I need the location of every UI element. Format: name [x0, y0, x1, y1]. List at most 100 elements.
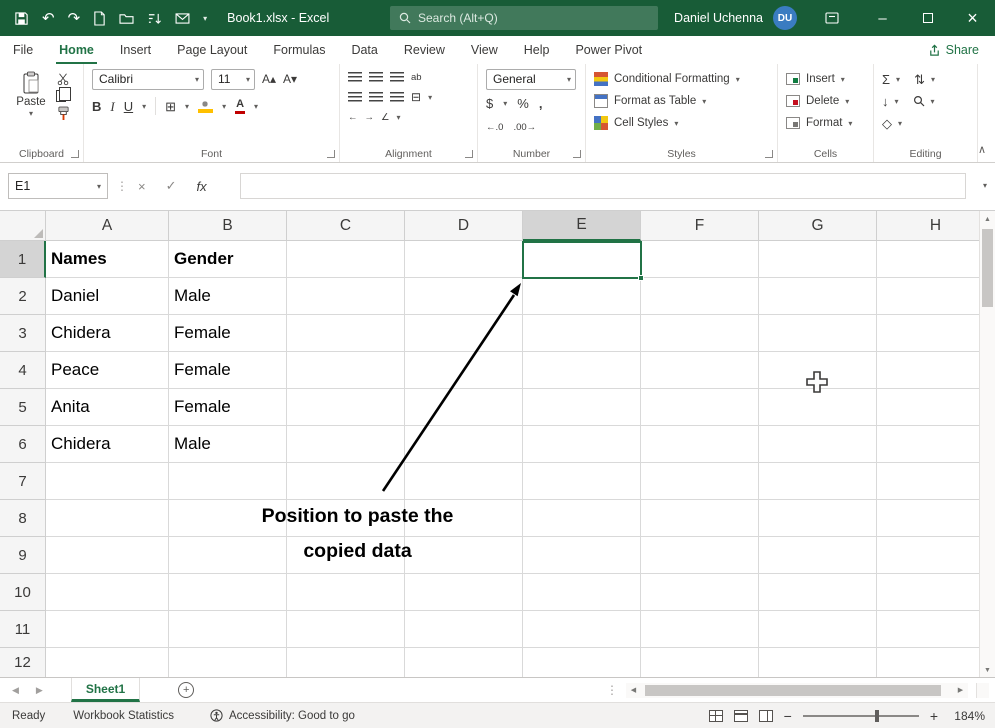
fill-color-caret-icon[interactable]: ▾	[222, 102, 226, 111]
minimize-button[interactable]: –	[860, 0, 905, 36]
increase-decimal-icon[interactable]: ←.0	[486, 122, 503, 133]
zoom-in-icon[interactable]: +	[930, 708, 938, 724]
cell-B5[interactable]: Female	[169, 389, 287, 426]
percent-icon[interactable]: %	[517, 97, 529, 110]
orientation-icon[interactable]: ∠	[381, 112, 390, 123]
delete-cells-button[interactable]: Delete ▾	[786, 90, 867, 112]
orientation-caret-icon[interactable]: ▾	[397, 113, 401, 122]
cell-A6[interactable]: Chidera	[46, 426, 169, 463]
cell-B6[interactable]: Male	[169, 426, 287, 463]
scroll-down-icon[interactable]: ▼	[980, 662, 995, 678]
bold-button[interactable]: B	[92, 100, 101, 113]
close-button[interactable]: ×	[950, 0, 995, 36]
select-all-button[interactable]	[0, 211, 46, 241]
scroll-left-icon[interactable]: ◀	[626, 683, 641, 698]
avatar[interactable]: DU	[773, 6, 797, 30]
row-header-2[interactable]: 2	[0, 278, 46, 315]
conditional-formatting-button[interactable]: Conditional Formatting ▾	[594, 68, 771, 90]
column-header-h[interactable]: H	[877, 211, 995, 241]
vertical-scrollbar[interactable]: ▲ ▼	[979, 211, 995, 678]
align-top-icon[interactable]	[348, 72, 362, 82]
column-header-d[interactable]: D	[405, 211, 523, 241]
font-size-combo[interactable]: 11▾	[211, 69, 255, 90]
row-header-10[interactable]: 10	[0, 574, 46, 611]
customize-qat-icon[interactable]: ▾	[203, 14, 207, 23]
insert-cells-button[interactable]: Insert ▾	[786, 68, 867, 90]
undo-icon[interactable]: ↶	[42, 11, 55, 26]
fill-caret-icon[interactable]: ▾	[895, 97, 899, 106]
format-painter-icon[interactable]	[56, 106, 70, 121]
clear-icon[interactable]: ◇	[882, 117, 892, 130]
tab-view[interactable]: View	[458, 36, 511, 64]
row-header-11[interactable]: 11	[0, 611, 46, 648]
column-header-e[interactable]: E	[523, 211, 641, 241]
cut-icon[interactable]	[56, 72, 70, 86]
new-sheet-button[interactable]: +	[178, 682, 194, 698]
row-header-8[interactable]: 8	[0, 500, 46, 537]
align-left-icon[interactable]	[348, 92, 362, 102]
row-header-9[interactable]: 9	[0, 537, 46, 574]
tab-page-layout[interactable]: Page Layout	[164, 36, 260, 64]
accessibility-status[interactable]: Accessibility: Good to go	[210, 709, 355, 722]
sort-filter-caret-icon[interactable]: ▾	[931, 75, 935, 84]
column-header-c[interactable]: C	[287, 211, 405, 241]
cell-A4[interactable]: Peace	[46, 352, 169, 389]
enter-check-icon[interactable]: ✓	[166, 178, 177, 194]
cancel-icon[interactable]: ×	[138, 179, 146, 194]
row-header-5[interactable]: 5	[0, 389, 46, 426]
zoom-level[interactable]: 184%	[949, 709, 985, 723]
font-color-caret-icon[interactable]: ▾	[254, 102, 258, 111]
align-right-icon[interactable]	[390, 92, 404, 102]
align-bottom-icon[interactable]	[390, 72, 404, 82]
tab-power-pivot[interactable]: Power Pivot	[562, 36, 655, 64]
cell-A3[interactable]: Chidera	[46, 315, 169, 352]
clear-caret-icon[interactable]: ▾	[898, 119, 902, 128]
row-header-6[interactable]: 6	[0, 426, 46, 463]
currency-icon[interactable]: $	[486, 97, 493, 110]
vertical-scrollbar-thumb[interactable]	[982, 229, 993, 307]
save-icon[interactable]	[14, 11, 29, 26]
sort-filter-icon[interactable]: ⇅	[914, 73, 925, 86]
sheet-tab-sheet1[interactable]: Sheet1	[71, 678, 140, 702]
wrap-text-icon[interactable]: ab	[411, 72, 422, 83]
cell-B2[interactable]: Male	[169, 278, 287, 315]
merge-caret-icon[interactable]: ▾	[428, 93, 432, 102]
cell-B4[interactable]: Female	[169, 352, 287, 389]
share-button[interactable]: Share	[912, 36, 995, 64]
email-icon[interactable]	[175, 13, 190, 24]
cell-B3[interactable]: Female	[169, 315, 287, 352]
zoom-slider-thumb[interactable]	[875, 710, 879, 722]
formula-input[interactable]	[240, 173, 966, 199]
insert-function-icon[interactable]: fx	[197, 179, 207, 194]
cell-A2[interactable]: Daniel	[46, 278, 169, 315]
row-header-1[interactable]: 1	[0, 241, 46, 278]
sort-ascending-icon[interactable]	[147, 12, 162, 25]
tab-insert[interactable]: Insert	[107, 36, 164, 64]
decrease-decimal-icon[interactable]: .00→	[513, 122, 536, 133]
format-cells-button[interactable]: Format ▾	[786, 112, 867, 134]
horizontal-scrollbar-thumb[interactable]	[645, 685, 941, 696]
redo-icon[interactable]: ↷	[68, 11, 81, 26]
alignment-dialog-launcher-icon[interactable]	[465, 150, 473, 158]
underline-button[interactable]: U	[124, 100, 133, 113]
fill-color-icon[interactable]	[198, 100, 213, 113]
copy-icon[interactable]	[56, 90, 66, 102]
underline-caret-icon[interactable]: ▾	[142, 102, 146, 111]
sheet-nav-right-icon[interactable]: ▶	[36, 685, 43, 696]
column-header-a[interactable]: A	[46, 211, 169, 241]
currency-caret-icon[interactable]: ▾	[503, 99, 507, 108]
decrease-indent-icon[interactable]: ←	[348, 112, 358, 123]
scroll-right-icon[interactable]: ▶	[953, 683, 968, 698]
font-dialog-launcher-icon[interactable]	[327, 150, 335, 158]
maximize-button[interactable]	[905, 0, 950, 36]
borders-icon[interactable]: ⊞	[165, 100, 176, 113]
borders-caret-icon[interactable]: ▾	[185, 102, 189, 111]
cells-canvas[interactable]: Names Gender Daniel Male Chidera Female …	[46, 241, 995, 678]
page-break-view-button[interactable]	[759, 710, 773, 722]
align-center-icon[interactable]	[369, 92, 383, 102]
open-folder-icon[interactable]	[119, 12, 134, 25]
search-input[interactable]: Search (Alt+Q)	[390, 6, 658, 30]
column-header-f[interactable]: F	[641, 211, 759, 241]
name-box[interactable]: E1 ▾	[8, 173, 108, 199]
user-name[interactable]: Daniel Uchenna	[674, 11, 763, 25]
